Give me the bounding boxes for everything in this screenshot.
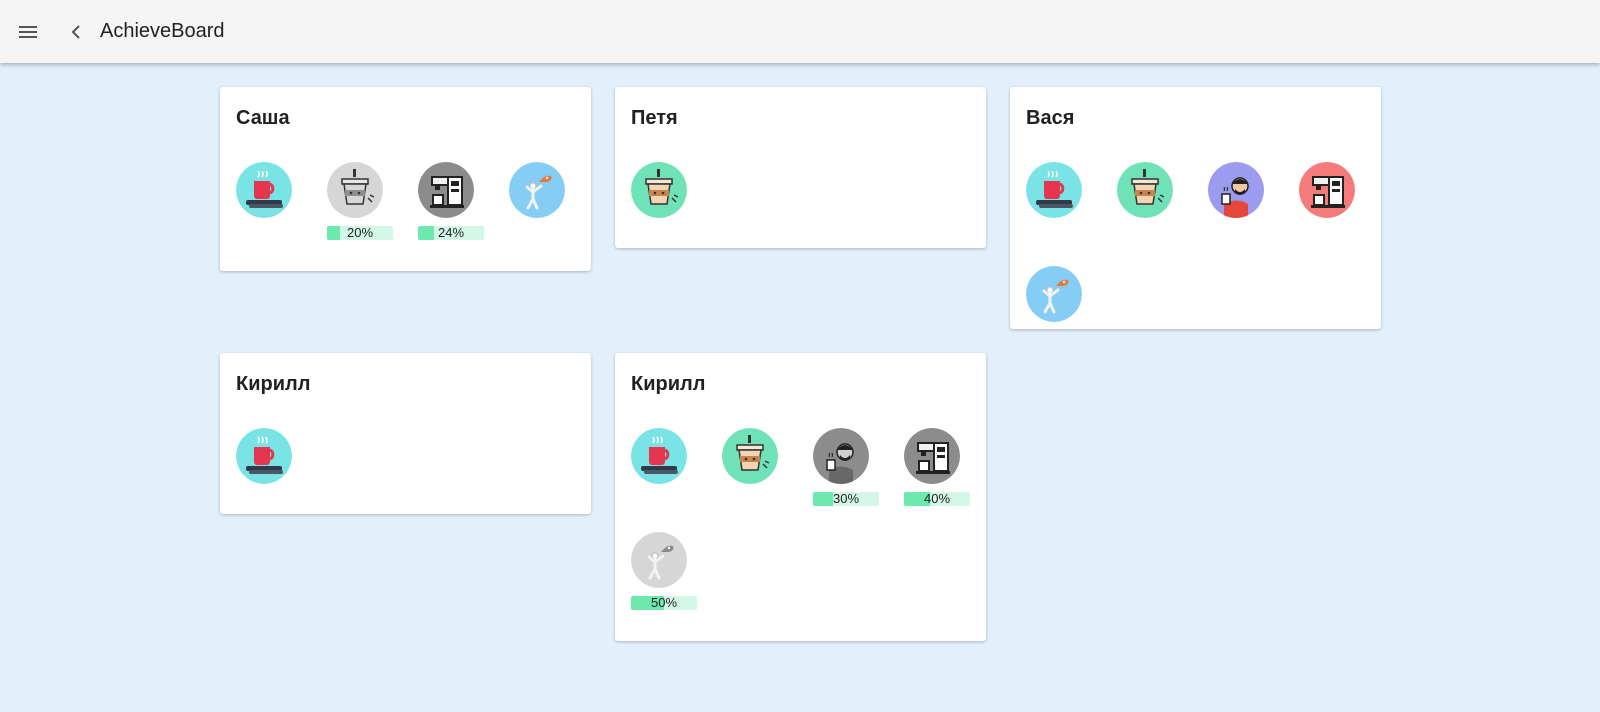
achievement-item[interactable]: 40% — [904, 428, 970, 510]
user-name: Кирилл — [631, 373, 706, 395]
coffee-cup-icon — [1117, 162, 1173, 218]
barista-icon — [1208, 162, 1264, 218]
app-bar: AchieveBoard — [0, 0, 1600, 63]
user-card: Кирилл 30% 40% 50% — [615, 353, 986, 641]
achievement-progress-bar: 40% — [904, 492, 970, 506]
tea-books-icon — [236, 428, 292, 484]
achievement-item[interactable] — [1026, 162, 1092, 244]
user-card: Вася — [1010, 87, 1381, 329]
achievement-item[interactable] — [722, 428, 788, 510]
achievement-item[interactable] — [1026, 266, 1092, 348]
coffee-cup-icon — [327, 162, 383, 218]
achievement-item[interactable] — [631, 428, 697, 510]
achievement-item[interactable]: 30% — [813, 428, 879, 510]
tea-books-icon — [1026, 162, 1082, 218]
coffee-machine-icon — [418, 162, 474, 218]
achievement-item[interactable] — [236, 162, 302, 244]
user-card: Петя — [615, 87, 986, 248]
progress-label: 50% — [650, 596, 678, 610]
achievement-item[interactable] — [1208, 162, 1274, 244]
achievement-progress-bar: 30% — [813, 492, 879, 506]
user-card: Кирилл — [220, 353, 591, 514]
achievement-item[interactable] — [509, 162, 575, 244]
achievement-item[interactable] — [631, 162, 697, 244]
menu-icon[interactable] — [14, 18, 42, 46]
achievement-progress-bar: 24% — [418, 226, 484, 240]
coffee-cup-icon — [631, 162, 687, 218]
user-name: Петя — [631, 107, 678, 129]
user-name: Саша — [236, 107, 290, 129]
coffee-machine-icon — [904, 428, 960, 484]
progress-label: 30% — [832, 492, 860, 506]
achievement-item[interactable]: 50% — [631, 532, 697, 614]
sausage-stickman-icon — [509, 162, 565, 218]
barista-icon — [813, 428, 869, 484]
tea-books-icon — [631, 428, 687, 484]
app-title: AchieveBoard — [100, 20, 225, 42]
sausage-stickman-icon — [1026, 266, 1082, 322]
coffee-machine-icon — [1299, 162, 1355, 218]
achievement-item[interactable] — [1299, 162, 1365, 244]
user-name: Вася — [1026, 107, 1075, 129]
coffee-cup-icon — [722, 428, 778, 484]
chevron-left-icon[interactable] — [64, 18, 88, 46]
achievement-progress-bar: 20% — [327, 226, 393, 240]
user-name: Кирилл — [236, 373, 311, 395]
achievement-progress-bar: 50% — [631, 596, 697, 610]
achievement-item[interactable] — [236, 428, 302, 510]
progress-label: 20% — [346, 226, 374, 240]
achievement-item[interactable]: 24% — [418, 162, 484, 244]
achievement-item[interactable] — [1117, 162, 1183, 244]
tea-books-icon — [236, 162, 292, 218]
progress-label: 40% — [923, 492, 951, 506]
sausage-stickman-icon — [631, 532, 687, 588]
user-card: Саша 20% 24% — [220, 87, 591, 271]
achievement-item[interactable]: 20% — [327, 162, 393, 244]
progress-label: 24% — [437, 226, 465, 240]
